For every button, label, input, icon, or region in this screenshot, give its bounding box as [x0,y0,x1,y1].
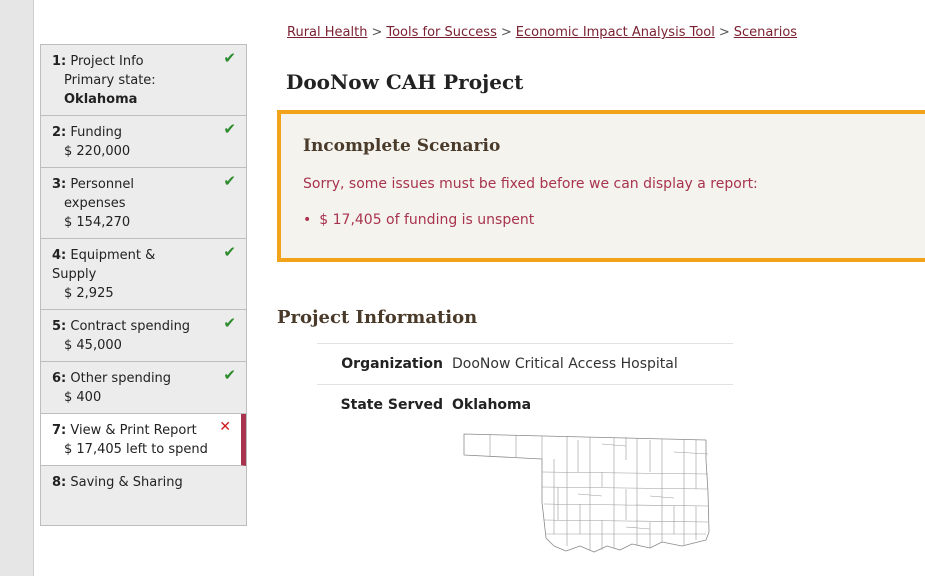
step-detail: $ 400 [64,390,102,405]
step-detail: $ 17,405 left to spend [64,442,208,457]
breadcrumb: Rural Health > Tools for Success > Economic … [287,25,797,40]
breadcrumb-separator: > [500,25,512,40]
step-number: 6: [52,371,67,386]
breadcrumb-link-tools-for-success[interactable]: Tools for Success [386,25,497,40]
step-label: Saving & Sharing [70,475,183,490]
check-icon: ✔ [223,120,236,138]
breadcrumb-separator: > [718,25,730,40]
step-label: Other spending [70,371,172,386]
project-info-heading: Project Information [277,307,478,328]
step-label: Personnel [70,177,134,192]
incomplete-scenario-alert: Incomplete Scenario Sorry, some issues m… [277,110,925,262]
step-number: 3: [52,177,67,192]
step-label: View & Print Report [70,423,197,438]
info-row-state-served: State Served Oklahoma [317,384,733,425]
step-number: 8: [52,475,67,490]
step-number: 2: [52,125,67,140]
check-icon: ✔ [223,366,236,384]
step-navigation: 1: Project Info ✔ Primary state: Oklahom… [40,44,247,526]
info-row-organization: Organization DooNow Critical Access Hosp… [317,343,733,384]
step-contract-spending[interactable]: 5: Contract spending ✔ $ 45,000 [41,310,246,362]
step-project-info[interactable]: 1: Project Info ✔ Primary state: Oklahom… [41,45,246,116]
breadcrumb-link-rural-health[interactable]: Rural Health [287,25,367,40]
alert-issue-list: • $ 17,405 of funding is unspent [303,212,534,228]
breadcrumb-link-economic-impact-tool[interactable]: Economic Impact Analysis Tool [516,25,715,40]
alert-title: Incomplete Scenario [303,136,501,156]
step-saving-sharing[interactable]: 8: Saving & Sharing [41,466,246,525]
project-info-table: Organization DooNow Critical Access Hosp… [317,343,733,425]
step-label: Contract spending [70,319,191,334]
step-number: 1: [52,54,67,69]
step-number: 5: [52,319,67,334]
check-icon: ✔ [223,172,236,190]
step-detail: $ 45,000 [64,338,122,353]
step-detail: $ 2,925 [64,286,114,301]
step-detail-value: Oklahoma [64,92,138,107]
error-x-icon: ✕ [219,419,231,435]
check-icon: ✔ [223,314,236,332]
step-view-print-report[interactable]: 7: View & Print Report ✕ $ 17,405 left t… [41,414,246,466]
step-label-continued: expenses [64,196,126,211]
step-other-spending[interactable]: 6: Other spending ✔ $ 400 [41,362,246,414]
step-label: Project Info [70,54,144,69]
alert-message: Sorry, some issues must be fixed before … [303,176,758,192]
page-title: DooNow CAH Project [286,70,524,94]
alert-issue-text: $ 17,405 of funding is unspent [319,212,535,228]
step-number: 7: [52,423,67,438]
step-number: 4: [52,248,67,263]
info-label: Organization [341,356,443,372]
step-detail: $ 154,270 [64,215,131,230]
step-equipment-supply[interactable]: 4: Equipment & ✔ Supply $ 2,925 [41,239,246,310]
gutter-divider [33,0,34,576]
step-detail: $ 220,000 [64,144,131,159]
step-personnel-expenses[interactable]: 3: Personnel ✔ expenses $ 154,270 [41,168,246,239]
left-gutter [0,0,33,576]
info-value: DooNow Critical Access Hospital [452,356,678,372]
bullet-icon: • [303,212,312,228]
info-value: Oklahoma [452,397,532,413]
breadcrumb-separator: > [371,25,383,40]
check-icon: ✔ [223,243,236,261]
info-label: State Served [340,397,443,413]
step-label: Funding [70,125,122,140]
step-funding[interactable]: 2: Funding ✔ $ 220,000 [41,116,246,168]
step-detail: Primary state: [64,73,156,88]
alert-issue-item: • $ 17,405 of funding is unspent [303,212,534,228]
step-label: Equipment & [70,248,156,263]
oklahoma-county-map [463,433,710,553]
breadcrumb-link-scenarios[interactable]: Scenarios [734,25,797,40]
check-icon: ✔ [223,49,236,67]
step-label-continued: Supply [52,267,97,282]
